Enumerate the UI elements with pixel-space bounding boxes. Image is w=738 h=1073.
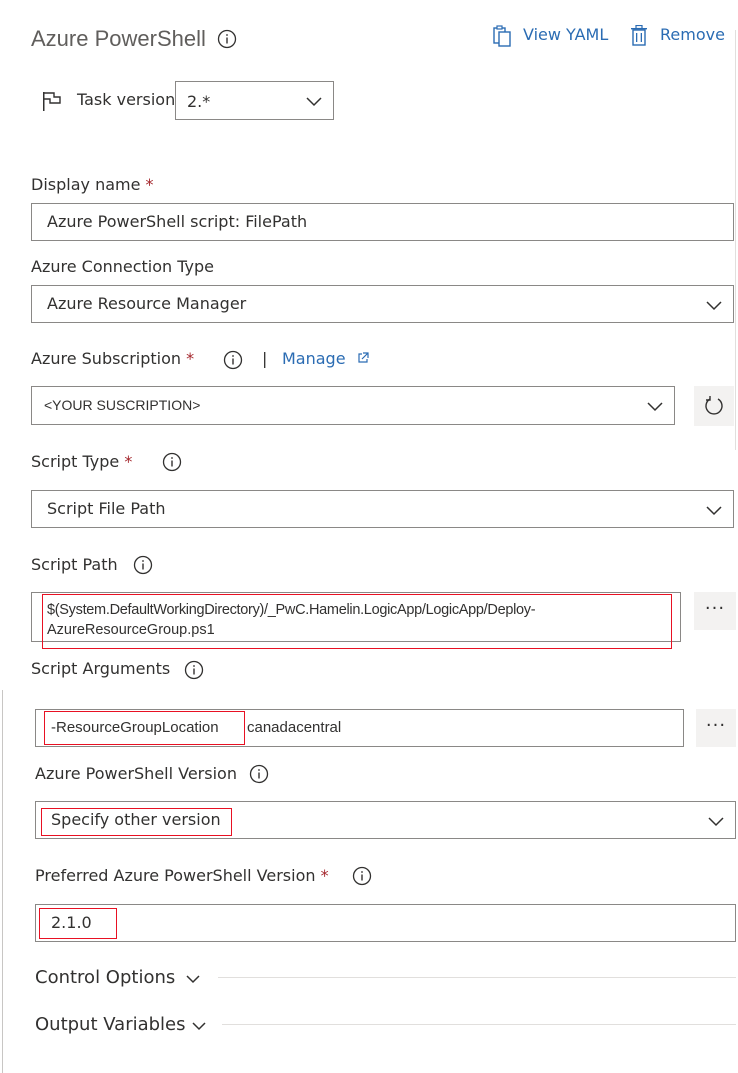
chevron-down-icon	[706, 301, 722, 311]
connection-type-value: Azure Resource Manager	[47, 294, 247, 313]
script-arguments-more-button[interactable]: ···	[696, 709, 736, 747]
chevron-down-icon	[192, 1022, 206, 1031]
subscription-label: Azure Subscription *	[31, 349, 194, 368]
script-path-more-button[interactable]: ···	[694, 592, 736, 630]
chevron-down-icon	[186, 975, 200, 984]
preferred-version-input[interactable]: 2.1.0	[35, 904, 736, 942]
display-name-label-text: Display name	[31, 175, 141, 194]
required-marker: *	[145, 175, 154, 194]
highlight-box	[41, 808, 232, 836]
script-arguments-part2: canadacentral	[247, 719, 342, 736]
required-marker: *	[320, 866, 329, 885]
display-name-value: Azure PowerShell script: FilePath	[47, 212, 308, 231]
control-options-section[interactable]: Control Options	[35, 966, 736, 992]
page-title: Azure PowerShell	[31, 26, 206, 51]
view-yaml-label: View YAML	[523, 25, 609, 44]
refresh-icon	[705, 396, 723, 415]
info-icon[interactable]	[223, 350, 243, 370]
chevron-down-icon	[647, 402, 663, 412]
highlight-box	[44, 711, 245, 745]
ps-version-label: Azure PowerShell Version	[35, 764, 237, 783]
separator: |	[262, 349, 268, 368]
manage-link-label: Manage	[282, 349, 346, 368]
required-marker: *	[124, 452, 133, 471]
chevron-down-icon	[706, 506, 722, 516]
script-type-label-text: Script Type	[31, 452, 120, 471]
task-version-label: Task version	[77, 90, 176, 109]
subscription-label-text: Azure Subscription	[31, 349, 182, 368]
clipboard-icon	[493, 25, 511, 47]
output-variables-label: Output Variables	[35, 1014, 186, 1035]
connection-type-label: Azure Connection Type	[31, 257, 215, 276]
script-type-label: Script Type *	[31, 452, 132, 471]
info-icon[interactable]	[217, 29, 237, 49]
left-frame-line	[2, 690, 3, 1073]
section-divider	[222, 1024, 736, 1025]
output-variables-section[interactable]: Output Variables	[35, 1013, 736, 1039]
chevron-down-icon	[306, 97, 322, 107]
trash-icon	[631, 25, 647, 46]
flag-icon	[43, 92, 61, 111]
refresh-button[interactable]	[694, 386, 734, 426]
display-name-label: Display name *	[31, 175, 154, 194]
preferred-version-label: Preferred Azure PowerShell Version *	[35, 866, 329, 885]
external-link-icon	[358, 352, 369, 363]
script-path-label: Script Path	[31, 555, 118, 574]
script-arguments-label: Script Arguments	[31, 659, 171, 678]
highlight-box	[42, 594, 672, 649]
subscription-value: <YOUR SUSCRIPTION>	[44, 397, 201, 413]
section-divider	[218, 977, 736, 978]
task-version-dropdown[interactable]: 2.*	[175, 81, 334, 120]
required-marker: *	[186, 349, 195, 368]
control-options-label: Control Options	[35, 967, 176, 988]
chevron-down-icon	[708, 817, 724, 827]
remove-label: Remove	[660, 25, 725, 44]
manage-link[interactable]: Manage	[282, 349, 369, 368]
info-icon[interactable]	[249, 764, 269, 784]
info-icon[interactable]	[133, 555, 153, 575]
highlight-box	[39, 908, 117, 939]
right-frame-line	[735, 30, 736, 450]
script-type-dropdown[interactable]: Script File Path	[31, 490, 734, 528]
script-type-value: Script File Path	[47, 499, 166, 518]
info-icon[interactable]	[162, 452, 182, 472]
subscription-dropdown[interactable]: <YOUR SUSCRIPTION>	[31, 386, 675, 425]
preferred-version-label-text: Preferred Azure PowerShell Version	[35, 866, 316, 885]
task-version-value: 2.*	[187, 92, 211, 111]
info-icon[interactable]	[184, 660, 204, 680]
display-name-input[interactable]: Azure PowerShell script: FilePath	[31, 203, 734, 241]
connection-type-dropdown[interactable]: Azure Resource Manager	[31, 285, 734, 323]
info-icon[interactable]	[352, 866, 372, 886]
